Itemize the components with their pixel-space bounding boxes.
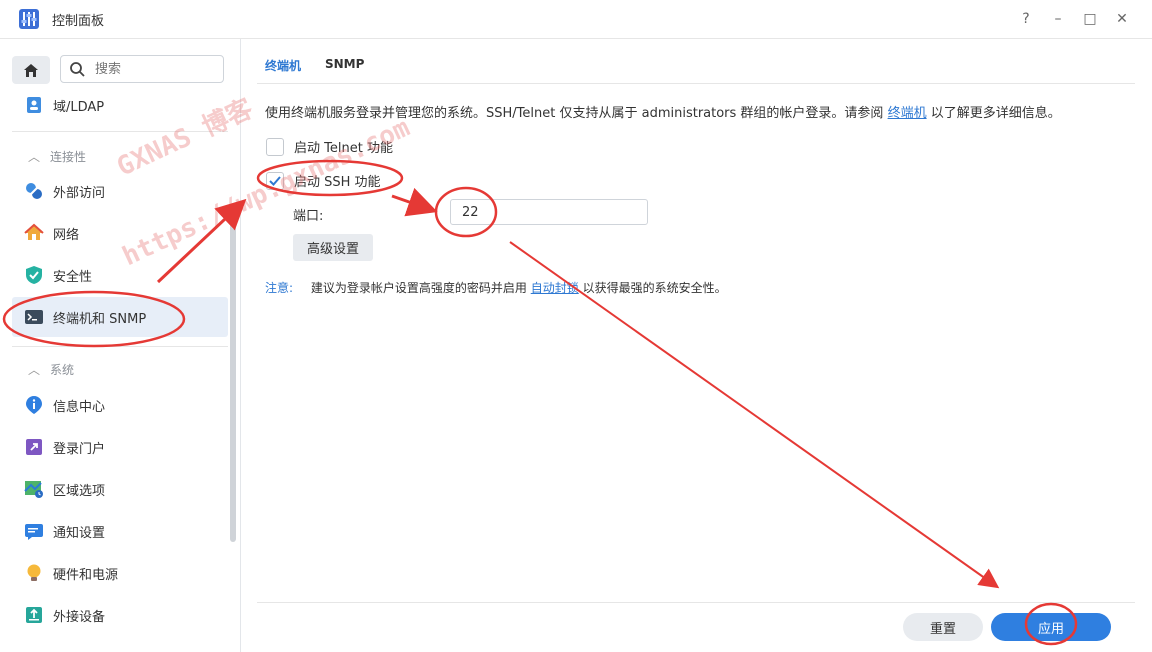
main-panel: 终端机 SNMP 使用终端机服务登录并管理您的系统。SSH/Telnet 仅支持… <box>241 39 1152 652</box>
check-icon <box>269 175 281 186</box>
telnet-checkbox[interactable] <box>266 137 284 156</box>
sidebar-item-label: 终端机和 SNMP <box>53 311 147 327</box>
sidebar-item-label: 域/LDAP <box>53 99 105 115</box>
external-access-icon <box>23 180 45 202</box>
login-portal-icon <box>23 436 45 458</box>
minimize-icon[interactable]: – <box>1048 9 1068 29</box>
search-box[interactable] <box>60 55 224 83</box>
title-bar: 控制面板 ? – □ ✕ <box>0 0 1152 39</box>
sidebar-item-label: 硬件和电源 <box>53 567 119 583</box>
sidebar-divider <box>12 346 228 347</box>
sidebar-item-label: 安全性 <box>53 269 93 285</box>
help-icon[interactable]: ? <box>1016 9 1036 29</box>
window-title: 控制面板 <box>52 14 105 29</box>
sidebar-item-label: 通知设置 <box>53 525 106 541</box>
sidebar-item-info-center[interactable]: 信息中心 <box>12 385 228 425</box>
advanced-settings-button[interactable]: 高级设置 <box>293 234 373 261</box>
auto-block-link[interactable]: 自动封锁 <box>531 281 579 295</box>
notification-icon <box>23 520 45 542</box>
external-device-icon <box>23 604 45 626</box>
search-input[interactable] <box>93 59 217 79</box>
search-icon <box>70 62 85 77</box>
ssh-checkbox[interactable] <box>266 171 284 190</box>
sidebar-item-external-access[interactable]: 外部访问 <box>12 171 228 211</box>
close-icon[interactable]: ✕ <box>1112 9 1132 29</box>
tab-terminal[interactable]: 终端机 <box>265 57 301 74</box>
sidebar-item-ldap[interactable]: 域/LDAP <box>12 85 228 125</box>
telnet-option[interactable]: 启动 Telnet 功能 <box>266 137 393 156</box>
section-connectivity[interactable]: ︿ 连接性 <box>28 148 86 165</box>
sidebar-item-login-portal[interactable]: 登录门户 <box>12 427 228 467</box>
info-pin-icon <box>23 394 45 416</box>
sidebar-item-label: 登录门户 <box>53 441 106 457</box>
sidebar-item-external-device[interactable]: 外接设备 <box>12 595 228 635</box>
chevron-up-icon: ︿ <box>28 150 41 164</box>
home-icon <box>24 64 38 77</box>
sidebar-item-label: 信息中心 <box>53 399 106 415</box>
lightbulb-icon <box>23 562 45 584</box>
sidebar-item-hardware-power[interactable]: 硬件和电源 <box>12 553 228 593</box>
network-home-icon <box>23 222 45 244</box>
regional-map-icon <box>23 478 45 500</box>
apply-button[interactable]: 应用 <box>991 613 1111 641</box>
telnet-label: 启动 Telnet 功能 <box>294 141 393 156</box>
sidebar-divider <box>12 131 228 132</box>
sidebar-item-terminal-snmp[interactable]: 终端机和 SNMP <box>12 297 228 337</box>
description: 使用终端机服务登录并管理您的系统。SSH/Telnet 仅支持从属于 admin… <box>265 106 1061 121</box>
ssh-label: 启动 SSH 功能 <box>294 175 381 190</box>
home-button[interactable] <box>12 56 50 84</box>
control-panel-icon <box>19 9 39 29</box>
sidebar: 域/LDAP ︿连接性 外部访问 网络 安全性 终端机和 SNMP ︿系统 <box>0 39 241 652</box>
sidebar-item-security[interactable]: 安全性 <box>12 255 228 295</box>
sidebar-item-label: 外部访问 <box>53 185 106 201</box>
note-label: 注意: <box>265 281 294 295</box>
footer-divider <box>257 602 1135 603</box>
sidebar-item-regional[interactable]: 区域选项 <box>12 469 228 509</box>
tab-divider <box>257 83 1135 84</box>
port-label: 端口: <box>293 209 324 224</box>
port-input[interactable] <box>450 199 648 225</box>
directory-icon <box>23 94 45 116</box>
terminal-icon <box>23 306 45 328</box>
terminal-help-link[interactable]: 终端机 <box>888 106 927 121</box>
ssh-option[interactable]: 启动 SSH 功能 <box>266 171 381 190</box>
sidebar-item-notification[interactable]: 通知设置 <box>12 511 228 551</box>
section-system[interactable]: ︿ 系统 <box>28 361 74 378</box>
sidebar-item-label: 外接设备 <box>53 609 106 625</box>
reset-button[interactable]: 重置 <box>903 613 983 641</box>
sidebar-item-network[interactable]: 网络 <box>12 213 228 253</box>
security-note: 注意: 建议为登录帐户设置高强度的密码并启用 自动封锁 以获得最强的系统安全性。 <box>265 281 727 295</box>
maximize-icon[interactable]: □ <box>1080 9 1100 29</box>
sidebar-item-label: 区域选项 <box>53 483 106 499</box>
chevron-up-icon: ︿ <box>28 363 41 377</box>
sidebar-item-label: 网络 <box>53 227 80 243</box>
shield-check-icon <box>23 264 45 286</box>
tab-snmp[interactable]: SNMP <box>325 57 364 71</box>
sidebar-scrollbar[interactable] <box>230 216 236 542</box>
